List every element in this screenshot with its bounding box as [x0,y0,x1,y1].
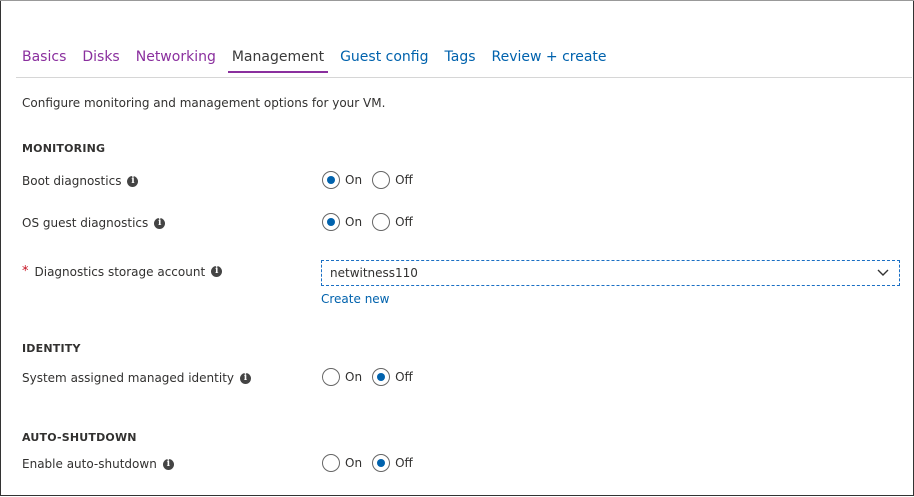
info-icon[interactable]: i [240,372,252,384]
create-new-link[interactable]: Create new [321,292,390,306]
info-icon[interactable]: i [154,217,166,229]
radio-unselected-icon [372,171,391,189]
system-identity-label: System assigned managed identity i [22,371,252,385]
radio-on-label: On [345,173,363,187]
os-guest-diagnostics-label: OS guest diagnostics i [22,216,166,230]
diagnostics-storage-label-text: Diagnostics storage account [34,264,206,279]
section-monitoring-heading: MONITORING [22,142,106,155]
tab-bar: Basics Disks Networking Management Guest… [22,49,623,73]
tab-guest-config[interactable]: Guest config [340,49,428,73]
os-guest-diagnostics-off-radio[interactable]: Off [372,213,413,231]
page-description: Configure monitoring and management opti… [22,96,386,110]
auto-shutdown-radio-group: On Off [322,454,423,472]
top-divider [0,0,914,1]
section-auto-shutdown-heading: AUTO-SHUTDOWN [22,431,137,444]
radio-selected-icon [372,368,391,386]
radio-unselected-icon [322,368,340,386]
tab-bar-underline [16,77,912,78]
tab-disks[interactable]: Disks [82,49,119,73]
diagnostics-storage-value: netwitness110 [330,266,418,280]
tab-basics[interactable]: Basics [22,49,66,73]
os-guest-diagnostics-label-text: OS guest diagnostics [22,216,149,230]
system-identity-on-radio[interactable]: On [322,368,362,386]
info-icon[interactable]: i [127,175,139,187]
section-identity-heading: IDENTITY [22,342,81,355]
window-frame [0,0,914,496]
os-guest-diagnostics-radio-group: On Off [322,213,423,231]
auto-shutdown-label: Enable auto-shutdown i [22,457,174,471]
radio-selected-icon [372,454,391,472]
radio-selected-icon [322,213,340,231]
boot-diagnostics-radio-group: On Off [322,171,423,189]
radio-on-label: On [345,215,363,229]
chevron-down-icon[interactable] [877,266,889,281]
tab-networking[interactable]: Networking [136,49,216,73]
system-identity-radio-group: On Off [322,368,423,386]
radio-off-label: Off [395,370,413,384]
boot-diagnostics-label-text: Boot diagnostics [22,174,122,188]
radio-on-label: On [345,370,363,384]
radio-selected-icon [322,171,340,189]
boot-diagnostics-on-radio[interactable]: On [322,171,362,189]
tab-review-create[interactable]: Review + create [492,49,607,73]
os-guest-diagnostics-on-radio[interactable]: On [322,213,362,231]
boot-diagnostics-label: Boot diagnostics i [22,174,139,188]
system-identity-label-text: System assigned managed identity [22,371,235,385]
radio-unselected-icon [372,213,391,231]
info-icon[interactable]: i [211,266,223,277]
diagnostics-storage-select[interactable]: netwitness110 [321,260,900,286]
radio-on-label: On [345,456,363,470]
auto-shutdown-label-text: Enable auto-shutdown [22,457,157,471]
tab-tags[interactable]: Tags [445,49,476,73]
radio-off-label: Off [395,173,413,187]
system-identity-off-radio[interactable]: Off [372,368,413,386]
auto-shutdown-off-radio[interactable]: Off [372,454,413,472]
boot-diagnostics-off-radio[interactable]: Off [372,171,413,189]
radio-off-label: Off [395,456,413,470]
tab-management[interactable]: Management [227,49,329,73]
auto-shutdown-on-radio[interactable]: On [322,454,362,472]
info-icon[interactable]: i [162,458,174,470]
required-asterisk: * [22,264,29,279]
radio-unselected-icon [322,454,340,472]
diagnostics-storage-label: * Diagnostics storage account i [22,264,223,279]
radio-off-label: Off [395,215,413,229]
